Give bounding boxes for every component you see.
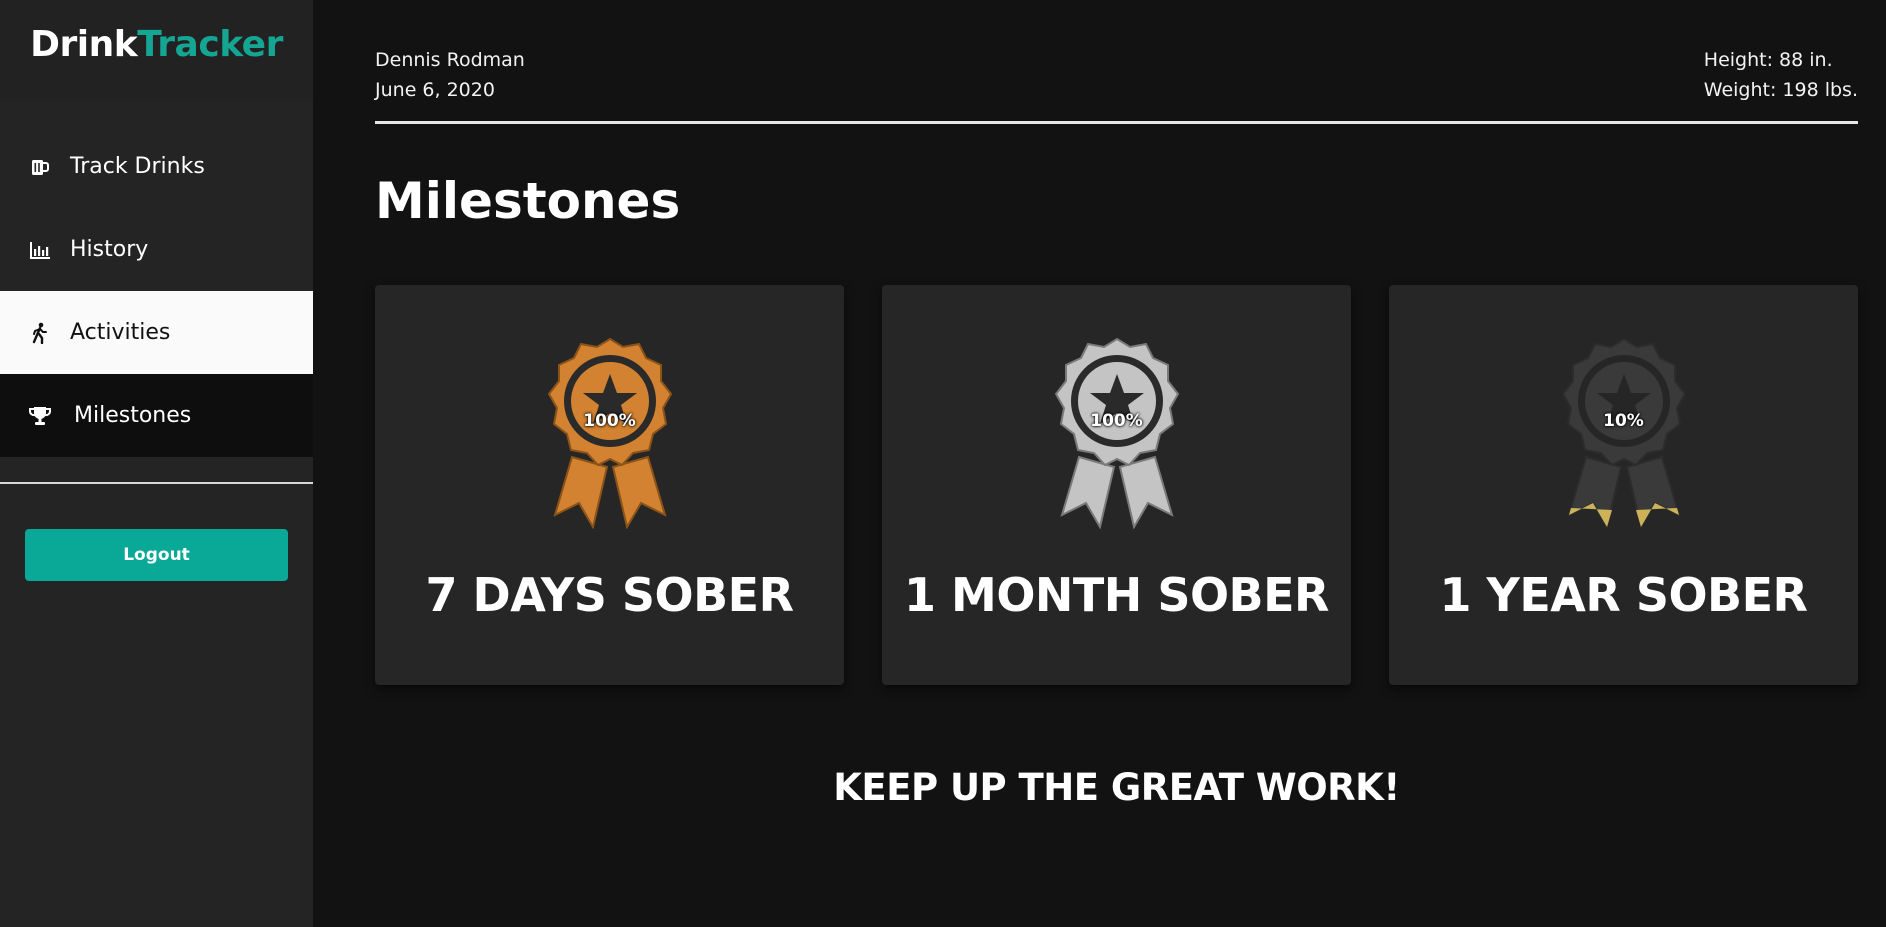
beer-mug-icon: [28, 155, 52, 179]
trophy-icon: [28, 404, 52, 428]
sidebar-item-label: History: [70, 237, 149, 262]
user-stats: Height: 88 in. Weight: 198 lbs.: [1704, 45, 1858, 105]
sidebar-item-label: Track Drinks: [70, 154, 205, 179]
logo-text-drink: Drink: [30, 23, 138, 65]
bar-chart-icon: [28, 238, 52, 262]
milestone-card-7-days: 100% 7 DAYS SOBER: [375, 285, 844, 685]
milestone-card-1-month: 100% 1 MONTH SOBER: [882, 285, 1351, 685]
page-title: Milestones: [375, 172, 681, 230]
current-date: June 6, 2020: [375, 79, 495, 101]
award-ribbon-icon: 100%: [1042, 337, 1192, 529]
sidebar-item-label: Milestones: [74, 403, 192, 428]
app-root: DrinkTracker Track Drinks History Activi…: [0, 0, 1886, 927]
logo-text-tracker: Tracker: [137, 23, 283, 65]
award-ribbon-icon: 10%: [1549, 337, 1699, 529]
sidebar: DrinkTracker Track Drinks History Activi…: [0, 0, 313, 927]
user-name: Dennis Rodman: [375, 49, 525, 71]
encouragement-message: KEEP UP THE GREAT WORK!: [833, 766, 1400, 809]
app-logo[interactable]: DrinkTracker: [30, 24, 283, 65]
milestone-label: 1 YEAR SOBER: [1439, 568, 1808, 622]
milestone-label: 1 MONTH SOBER: [904, 568, 1329, 622]
milestone-card-1-year: 10% 1 YEAR SOBER: [1389, 285, 1858, 685]
logo-area: DrinkTracker: [0, 0, 313, 100]
milestone-progress-text: 10%: [1603, 411, 1644, 431]
sidebar-item-history[interactable]: History: [0, 208, 313, 291]
sidebar-item-milestones[interactable]: Milestones: [0, 374, 313, 457]
milestone-progress-text: 100%: [583, 411, 636, 431]
sidebar-item-track-drinks[interactable]: Track Drinks: [0, 125, 313, 208]
sidebar-item-activities[interactable]: Activities: [0, 291, 313, 374]
milestone-progress-text: 100%: [1090, 411, 1143, 431]
walking-person-icon: [28, 321, 52, 345]
user-height: Height: 88 in.: [1703, 49, 1833, 71]
milestone-label: 7 DAYS SOBER: [425, 568, 795, 622]
user-info: Dennis Rodman June 6, 2020: [375, 45, 525, 105]
sidebar-item-label: Activities: [70, 320, 171, 345]
award-ribbon-icon: 100%: [535, 337, 685, 529]
sidebar-divider: [0, 482, 313, 484]
sidebar-nav: Track Drinks History Activities Mileston…: [0, 125, 313, 457]
header-divider: [375, 121, 1858, 124]
user-weight: Weight: 198 lbs.: [1703, 79, 1858, 101]
logout-button[interactable]: Logout: [25, 529, 288, 581]
